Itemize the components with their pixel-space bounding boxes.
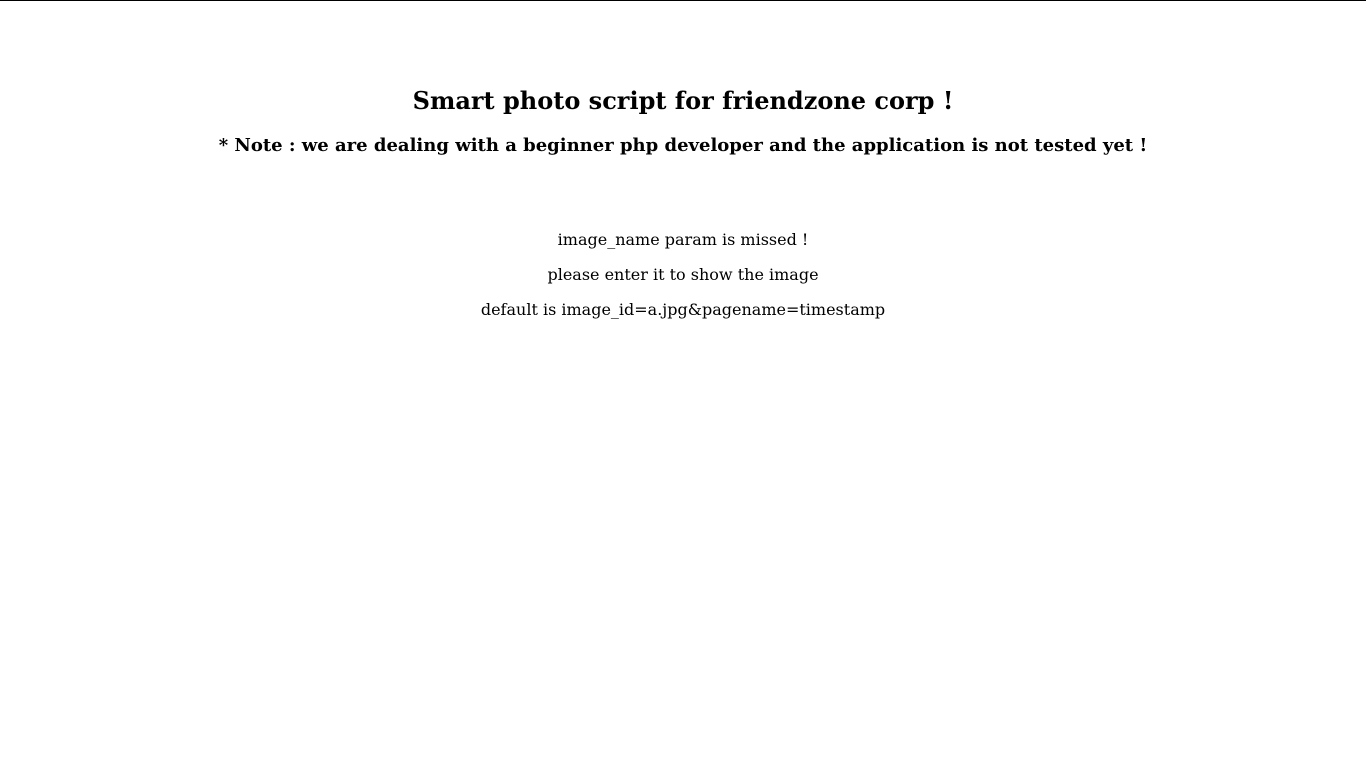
missing-param-message: image_name param is missed ! [557,230,809,249]
instruction-message: please enter it to show the image [547,265,819,284]
top-divider [0,0,1366,1]
default-params-message: default is image_id=a.jpg&pagename=times… [480,300,886,319]
page: Smart photo script for friendzone corp !… [0,0,1366,768]
page-title: Smart photo script for friendzone corp ! [412,86,954,115]
developer-note: * Note : we are dealing with a beginner … [218,135,1148,156]
